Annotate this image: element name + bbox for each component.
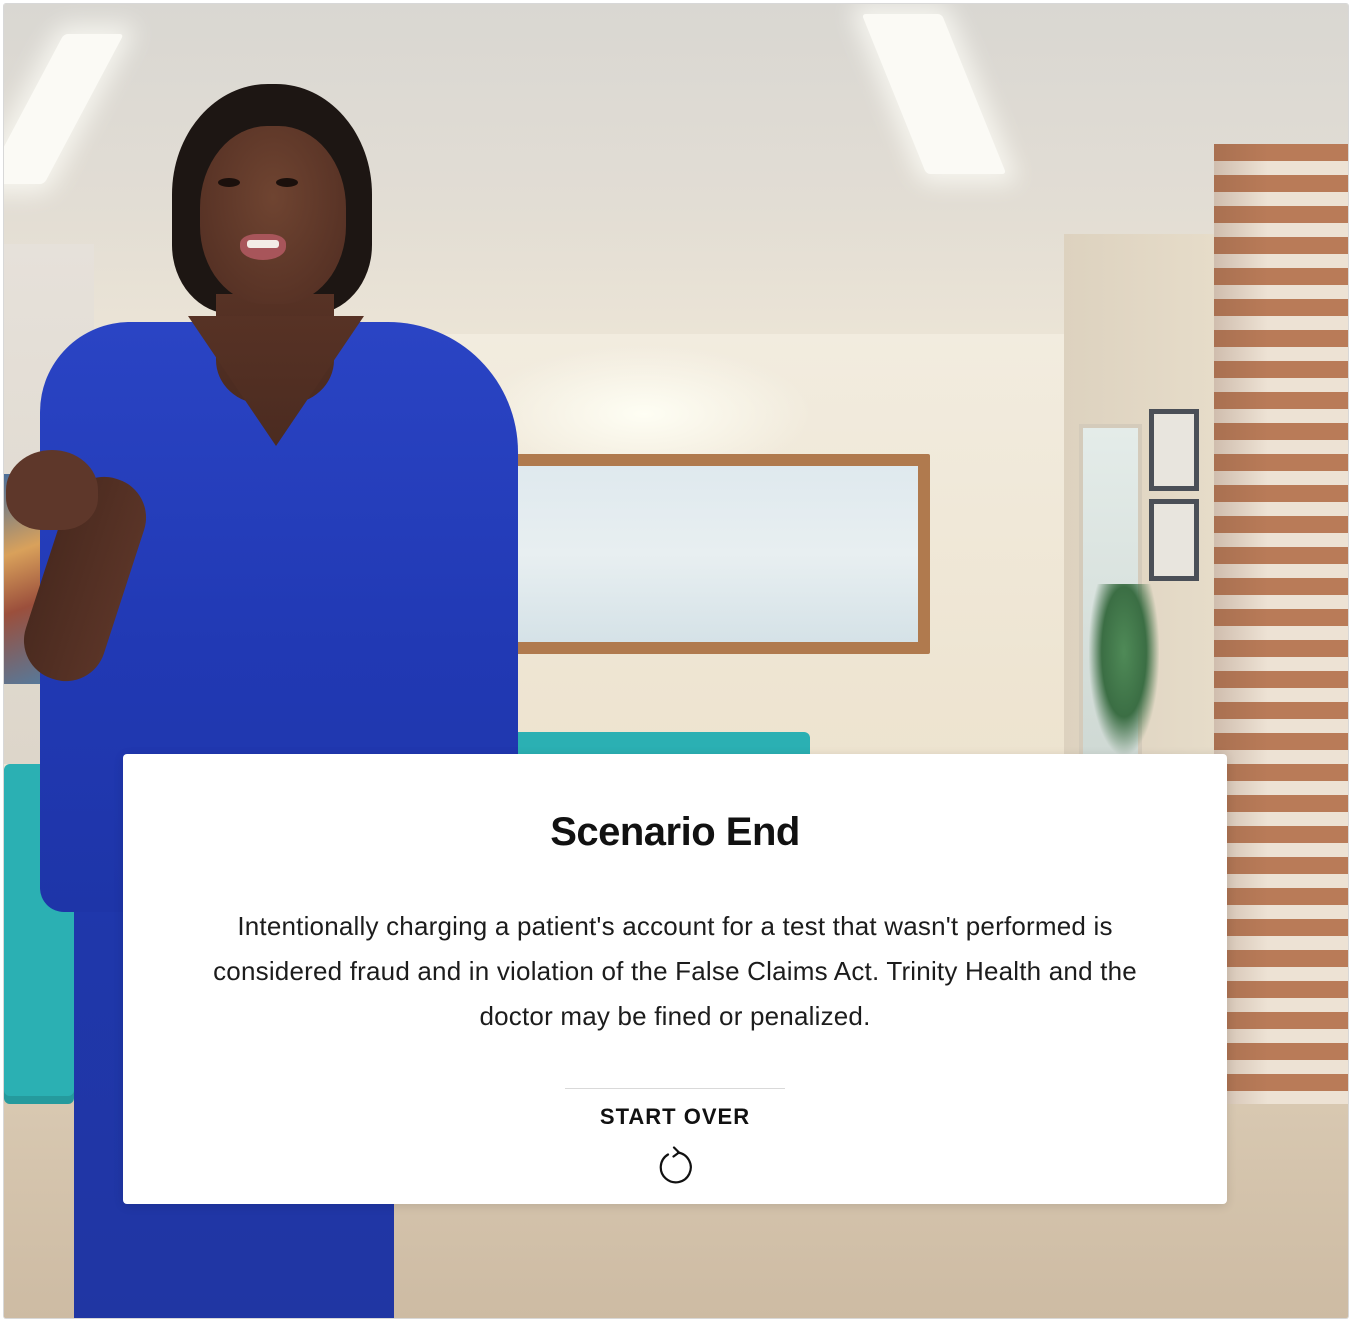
divider (565, 1088, 785, 1089)
framed-certificate (1149, 499, 1199, 581)
presenter-teeth (247, 240, 279, 248)
presenter-eye (276, 178, 298, 187)
start-over-button[interactable]: START OVER (565, 1094, 785, 1194)
scenario-end-card: Scenario End Intentionally charging a pa… (123, 754, 1227, 1204)
start-over-label: START OVER (599, 1104, 751, 1129)
framed-certificate (1149, 409, 1199, 491)
presenter-eye (218, 178, 240, 187)
scenario-title: Scenario End (550, 810, 800, 854)
potted-plant (1089, 584, 1159, 754)
presenter-face (200, 126, 346, 304)
restart-icon (659, 1146, 692, 1184)
presenter-hand (6, 450, 98, 530)
scenario-message: Intentionally charging a patient's accou… (213, 911, 1137, 1031)
reception-window (494, 466, 918, 642)
